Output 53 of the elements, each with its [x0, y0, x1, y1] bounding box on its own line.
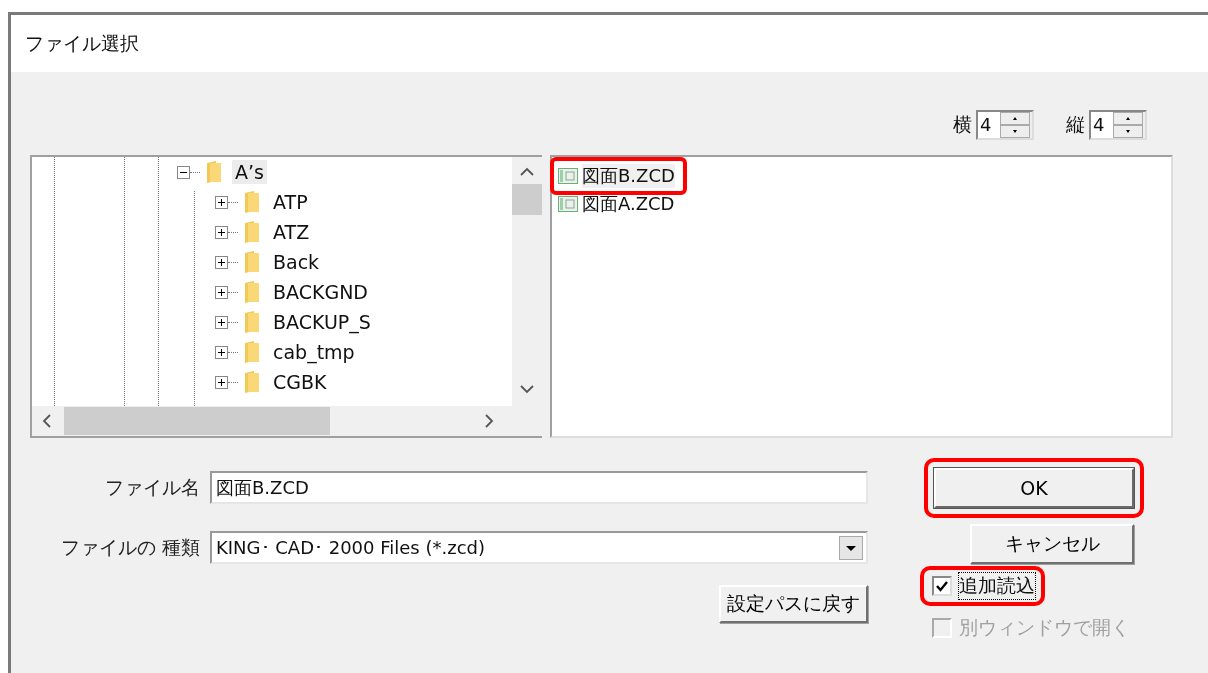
file-item[interactable]: 図面B.ZCD — [582, 164, 675, 188]
folder-icon — [244, 340, 260, 364]
checkmark-icon — [935, 579, 949, 593]
expander-icon[interactable] — [215, 315, 228, 329]
folder-icon — [244, 310, 260, 334]
file-type-dropdown[interactable]: KING･ CAD･ 2000 Files (*.zcd) — [210, 531, 868, 564]
expander-icon[interactable] — [215, 345, 228, 359]
spin-up-icon[interactable] — [1113, 111, 1143, 125]
folder-item[interactable]: cab_tmp — [270, 340, 358, 364]
file-name-label: ファイル名 — [104, 474, 201, 500]
folder-item[interactable]: BACKUP_S — [270, 310, 374, 334]
spinner-label: 横 — [953, 111, 972, 137]
file-item[interactable]: 図面A.ZCD — [582, 192, 675, 216]
reset-path-button[interactable]: 設定パスに戻す — [719, 585, 868, 623]
number-spinner[interactable]: 4 — [976, 109, 1034, 140]
horizontal-scrollbar[interactable] — [32, 406, 542, 436]
file-icon — [558, 168, 578, 184]
expander-icon[interactable] — [177, 165, 190, 179]
window-title: ファイル選択 — [25, 30, 139, 56]
scrollbar-thumb[interactable] — [64, 407, 330, 435]
folder-item[interactable]: ATZ — [270, 220, 313, 244]
expander-icon[interactable] — [215, 375, 228, 389]
checkbox-label[interactable]: 追加読込 — [959, 573, 1035, 599]
spinner-label: 縦 — [1066, 111, 1085, 137]
scrollbar-thumb[interactable] — [512, 184, 542, 215]
file-name-field[interactable]: 図面B.ZCD — [210, 471, 868, 504]
cancel-button[interactable]: キャンセル — [970, 524, 1134, 564]
scroll-right-icon[interactable] — [484, 414, 494, 428]
file-type-label: ファイルの 種類 — [59, 534, 201, 560]
scroll-down-icon[interactable] — [520, 384, 534, 394]
folder-icon — [244, 250, 260, 274]
number-spinner[interactable]: 4 — [1089, 109, 1147, 140]
folder-icon — [244, 190, 260, 214]
scroll-left-icon[interactable] — [42, 414, 52, 428]
expander-icon[interactable] — [215, 225, 228, 239]
file-icon — [558, 196, 578, 212]
checkbox[interactable] — [932, 576, 952, 596]
folder-icon — [244, 220, 260, 244]
expander-icon[interactable] — [215, 285, 228, 299]
dropdown-arrow-icon[interactable] — [839, 535, 863, 560]
folder-icon — [206, 160, 222, 184]
expander-icon[interactable] — [215, 195, 228, 209]
folder-item[interactable]: CGBK — [270, 370, 330, 394]
folder-item[interactable]: ATP — [270, 190, 311, 214]
scroll-up-icon[interactable] — [520, 167, 534, 177]
folder-item[interactable]: Back — [270, 250, 323, 274]
folder-item[interactable]: BACKGND — [270, 280, 371, 304]
folder-item[interactable]: A’s — [232, 160, 267, 184]
spin-up-icon[interactable] — [1000, 111, 1030, 125]
folder-icon — [244, 280, 260, 304]
expander-icon[interactable] — [215, 255, 228, 269]
folder-icon — [244, 370, 260, 394]
ok-button[interactable]: OK — [934, 468, 1134, 508]
